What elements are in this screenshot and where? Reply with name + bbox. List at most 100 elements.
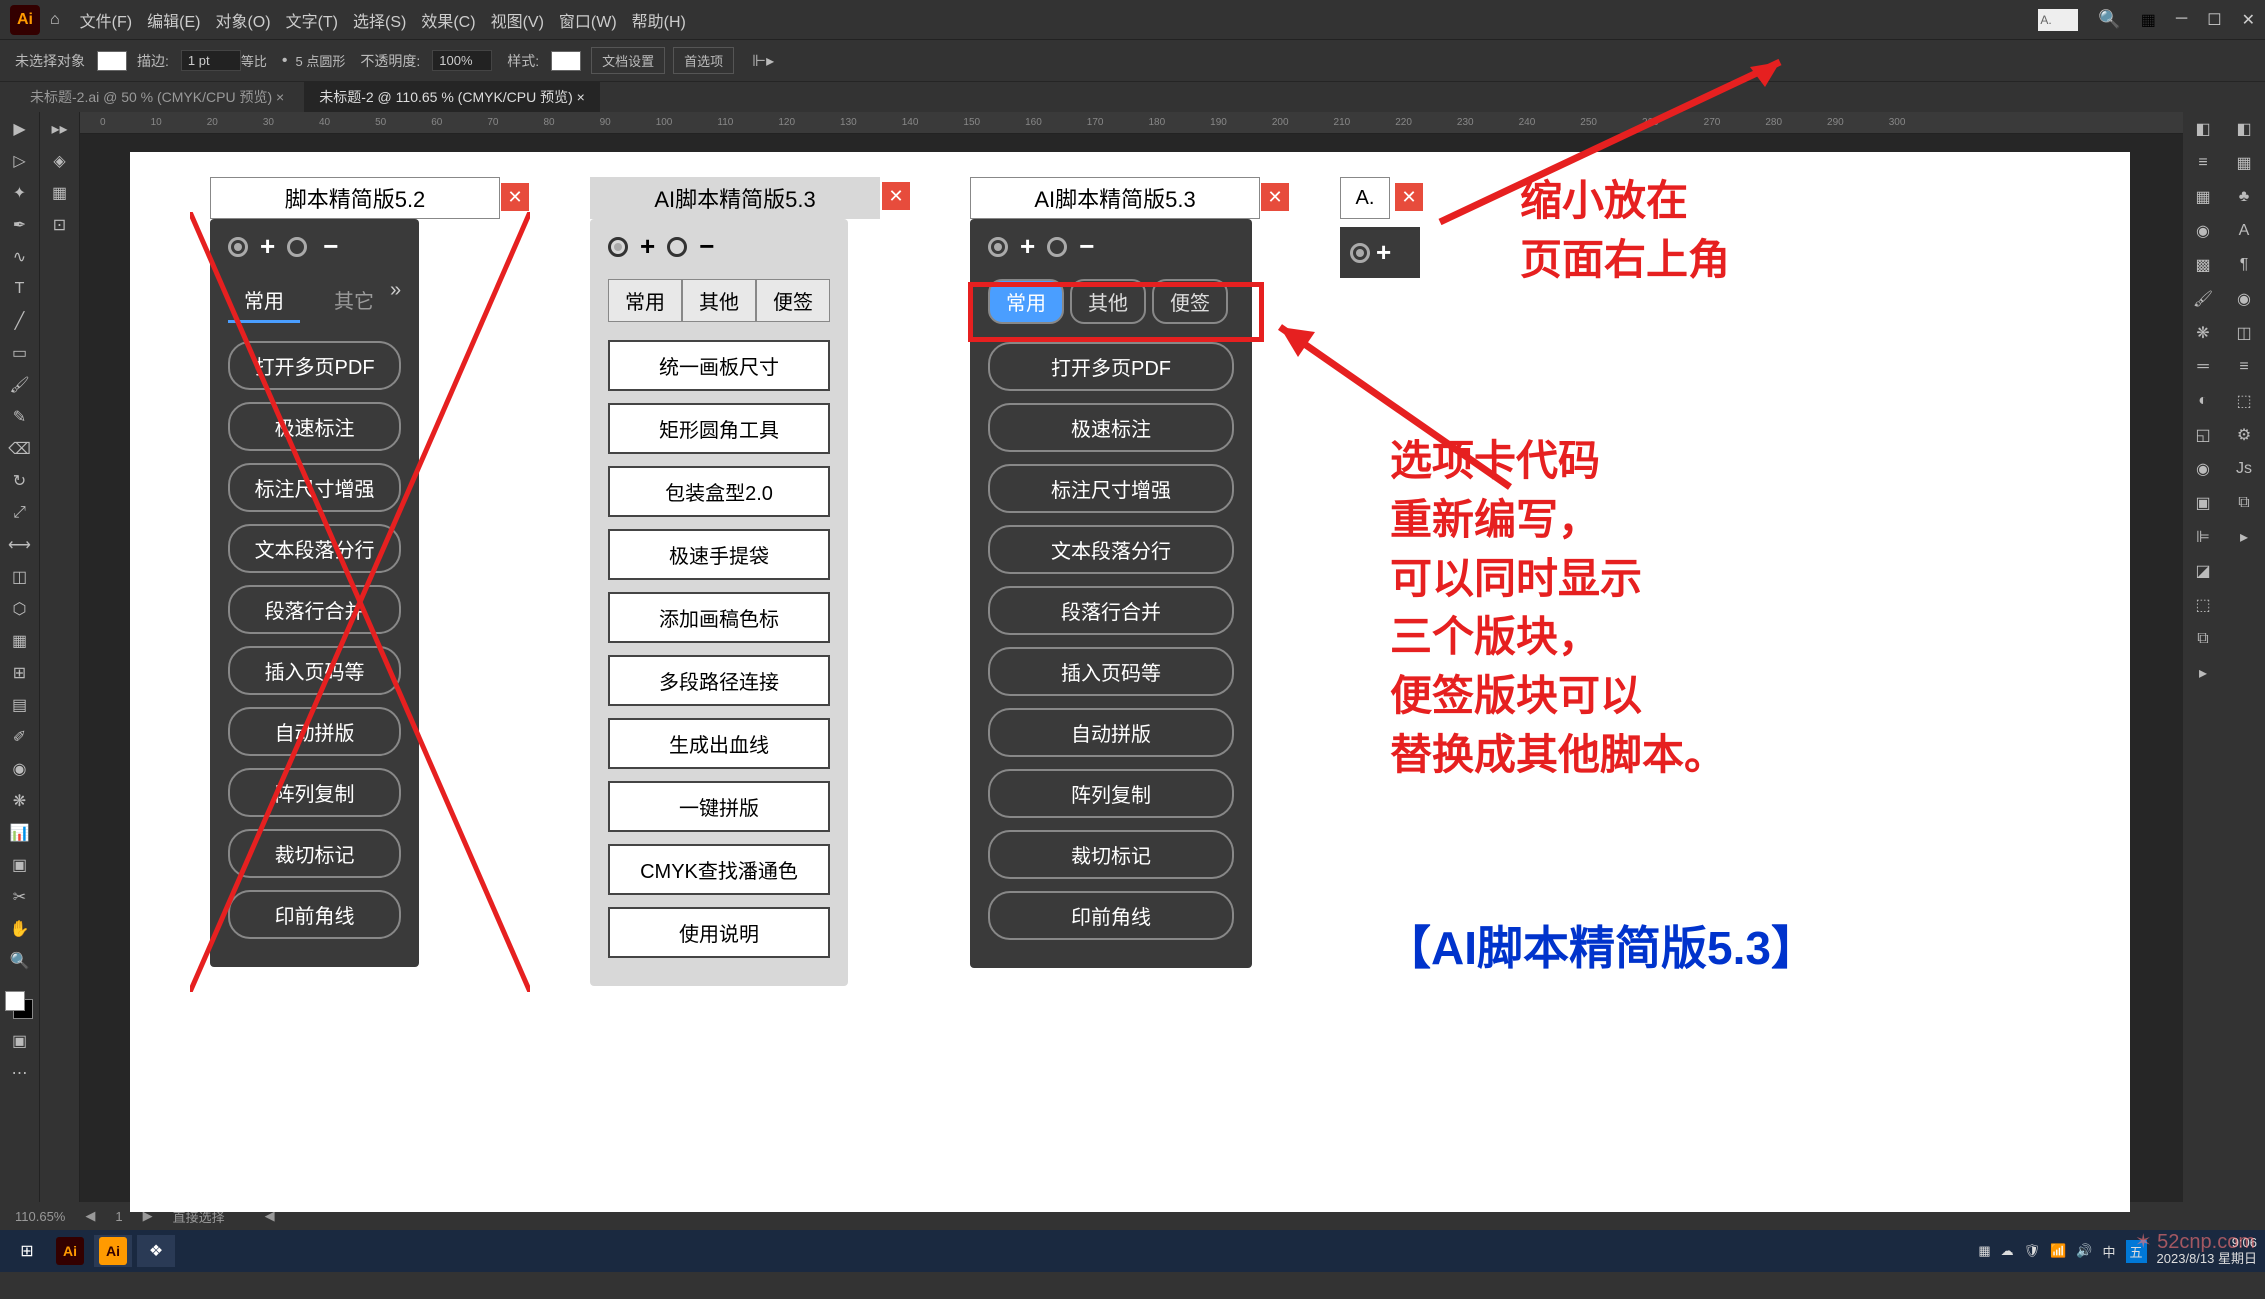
layers-icon[interactable]: ≡ <box>2191 151 2215 175</box>
swatches-icon[interactable]: ▩ <box>2191 253 2215 277</box>
panel-icon[interactable]: ≡ <box>2232 355 2256 379</box>
radio-dot-icon[interactable] <box>667 237 687 257</box>
custom-tool-icon-2[interactable]: ▦ <box>48 181 72 205</box>
type-tool-icon[interactable]: T <box>8 277 32 301</box>
radio-dot-icon[interactable] <box>228 237 248 257</box>
selection-tool-icon[interactable]: ▶ <box>8 117 32 141</box>
start-button[interactable]: ⊞ <box>8 1235 46 1267</box>
script-button[interactable]: 裁切标记 <box>228 829 401 878</box>
prefs-button[interactable]: 首选项 <box>673 47 734 74</box>
script-button[interactable]: 矩形圆角工具 <box>608 403 830 454</box>
brushes-icon[interactable]: 🖌 <box>2191 287 2215 311</box>
align-icon[interactable]: ⊫ <box>2191 525 2215 549</box>
ime-icon[interactable]: 中 <box>2103 1242 2116 1261</box>
stroke-input[interactable] <box>181 50 241 71</box>
transform-icon[interactable]: ⬚ <box>2191 593 2215 617</box>
doc-tab-2[interactable]: 未标题-2 @ 110.65 % (CMYK/CPU 预览) × <box>304 82 600 112</box>
artboard-tool-icon[interactable]: ▣ <box>8 853 32 877</box>
panel-icon[interactable]: ◧ <box>2232 117 2256 141</box>
script-button[interactable]: 使用说明 <box>608 907 830 958</box>
slice-tool-icon[interactable]: ✂ <box>8 885 32 909</box>
script-button[interactable]: 文本段落分行 <box>988 525 1234 574</box>
doc-tab-1[interactable]: 未标题-2.ai @ 50 % (CMYK/CPU 预览) × <box>15 82 299 112</box>
blend-tool-icon[interactable]: ◉ <box>8 757 32 781</box>
custom-tool-icon[interactable]: ◈ <box>48 149 72 173</box>
menu-effect[interactable]: 效果(C) <box>421 8 475 32</box>
script-button[interactable]: 打开多页PDF <box>988 342 1234 391</box>
tab-notes[interactable]: 便签 <box>756 279 830 322</box>
script-button[interactable]: 极速标注 <box>988 403 1234 452</box>
menu-help[interactable]: 帮助(H) <box>632 8 686 32</box>
script-button[interactable]: 包装盒型2.0 <box>608 466 830 517</box>
script-button[interactable]: 自动拼版 <box>988 708 1234 757</box>
panel-icon[interactable]: A <box>2232 219 2256 243</box>
close-button[interactable]: ✕ <box>1261 183 1289 211</box>
expand-icon[interactable]: » <box>390 279 401 323</box>
close-icon[interactable]: ✕ <box>2242 10 2255 30</box>
screen-mode-icon[interactable]: ▣ <box>8 1029 32 1053</box>
radio-dot-icon[interactable] <box>1047 237 1067 257</box>
taskbar-ai-2[interactable]: Ai <box>94 1235 132 1267</box>
direct-selection-icon[interactable]: ▷ <box>8 149 32 173</box>
panel-icon[interactable]: ⧉ <box>2232 491 2256 515</box>
script-button[interactable]: 添加画稿色标 <box>608 592 830 643</box>
minimized-script-panel[interactable]: A. <box>2038 9 2078 31</box>
menu-type[interactable]: 文字(T) <box>286 8 338 32</box>
eyedropper-icon[interactable]: ✐ <box>8 725 32 749</box>
fill-swatch[interactable] <box>97 51 127 71</box>
free-transform-icon[interactable]: ◫ <box>8 565 32 589</box>
taskbar-ai-1[interactable]: Ai <box>51 1235 89 1267</box>
panel-icon[interactable]: ▸ <box>2232 525 2256 549</box>
align-icon[interactable]: ⊩▸ <box>752 51 774 71</box>
stroke-icon[interactable]: ═ <box>2191 355 2215 379</box>
script-button[interactable]: 多段路径连接 <box>608 655 830 706</box>
mesh-tool-icon[interactable]: ⊞ <box>8 661 32 685</box>
panel-icon[interactable]: ¶ <box>2232 253 2256 277</box>
curvature-icon[interactable]: ∿ <box>8 245 32 269</box>
uniform-dropdown[interactable]: 等比 <box>241 51 267 70</box>
panel-icon[interactable]: ▦ <box>2232 151 2256 175</box>
eraser-tool-icon[interactable]: ⌫ <box>8 437 32 461</box>
links-icon[interactable]: ⧉ <box>2191 627 2215 651</box>
tab-other[interactable]: 其它 <box>318 279 390 323</box>
custom-tool-icon-3[interactable]: ⊡ <box>48 213 72 237</box>
tab-common[interactable]: 常用 <box>228 279 300 323</box>
radio-dot-icon[interactable] <box>988 237 1008 257</box>
tray-volume-icon[interactable]: 🔊 <box>2076 1243 2092 1259</box>
shaper-tool-icon[interactable]: ✎ <box>8 405 32 429</box>
symbols-icon[interactable]: ❋ <box>2191 321 2215 345</box>
nav-prev-icon[interactable]: ◀ <box>85 1208 95 1224</box>
script-button[interactable]: 极速标注 <box>228 402 401 451</box>
script-button[interactable]: 阵列复制 <box>228 768 401 817</box>
close-button[interactable]: ✕ <box>501 183 529 211</box>
arrange-docs-icon[interactable]: ▦ <box>2141 10 2156 30</box>
properties-icon[interactable]: ◧ <box>2191 117 2215 141</box>
canvas[interactable]: 0102030405060708090100110120130140150160… <box>80 112 2183 1202</box>
gradient-tool-icon[interactable]: ▤ <box>8 693 32 717</box>
script-button[interactable]: 标注尺寸增强 <box>228 463 401 512</box>
panel-toggle-icon[interactable]: ▸▸ <box>48 117 72 141</box>
close-button[interactable]: ✕ <box>1395 183 1423 211</box>
pathfinder-icon[interactable]: ◪ <box>2191 559 2215 583</box>
zoom-level[interactable]: 110.65% <box>15 1209 65 1224</box>
minimize-icon[interactable]: ─ <box>2176 10 2187 30</box>
tray-icon[interactable]: 🛡 <box>2024 1243 2041 1259</box>
width-tool-icon[interactable]: ⟷ <box>8 533 32 557</box>
menu-select[interactable]: 选择(S) <box>353 8 406 32</box>
panel-icon[interactable]: ◫ <box>2232 321 2256 345</box>
gradient-icon[interactable]: ◐ <box>2191 389 2215 413</box>
menu-object[interactable]: 对象(O) <box>215 8 270 32</box>
tray-icon[interactable]: ▦ <box>1978 1243 1990 1259</box>
script-button[interactable]: 文本段落分行 <box>228 524 401 573</box>
symbol-spray-icon[interactable]: ❋ <box>8 789 32 813</box>
perspective-icon[interactable]: ▦ <box>8 629 32 653</box>
taskbar-app[interactable]: ❖ <box>137 1235 175 1267</box>
radio-dot-icon[interactable] <box>287 237 307 257</box>
color-picker[interactable] <box>5 991 35 1021</box>
tray-icon[interactable]: ☁ <box>2001 1243 2014 1259</box>
script-button[interactable]: 极速手提袋 <box>608 529 830 580</box>
shape-builder-icon[interactable]: ⬡ <box>8 597 32 621</box>
script-button[interactable]: 插入页码等 <box>228 646 401 695</box>
script-button[interactable]: 打开多页PDF <box>228 341 401 390</box>
line-tool-icon[interactable]: ╱ <box>8 309 32 333</box>
